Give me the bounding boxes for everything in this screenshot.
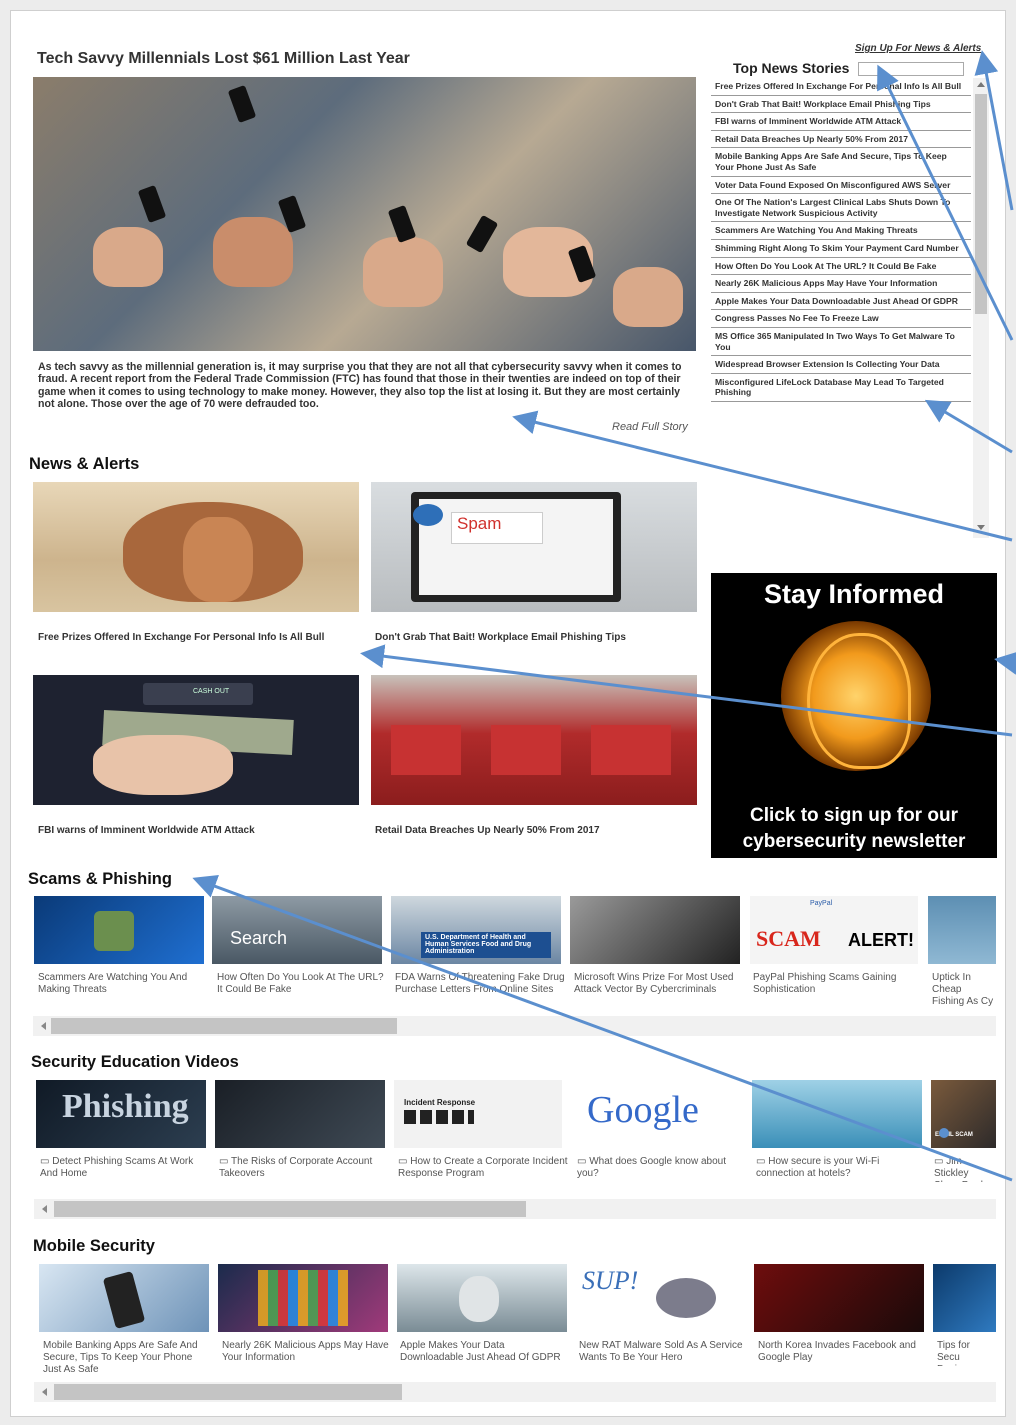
arrow-to-news-alerts [360, 644, 1013, 737]
annotation-arrows [192, 50, 1016, 1182]
arrow-to-signup [974, 50, 1014, 211]
arrow-to-feature [512, 410, 1013, 542]
arrow-to-top-news [924, 399, 1013, 454]
arrow-to-stay-informed [994, 651, 1016, 675]
arrow-to-scams [192, 874, 1013, 1182]
